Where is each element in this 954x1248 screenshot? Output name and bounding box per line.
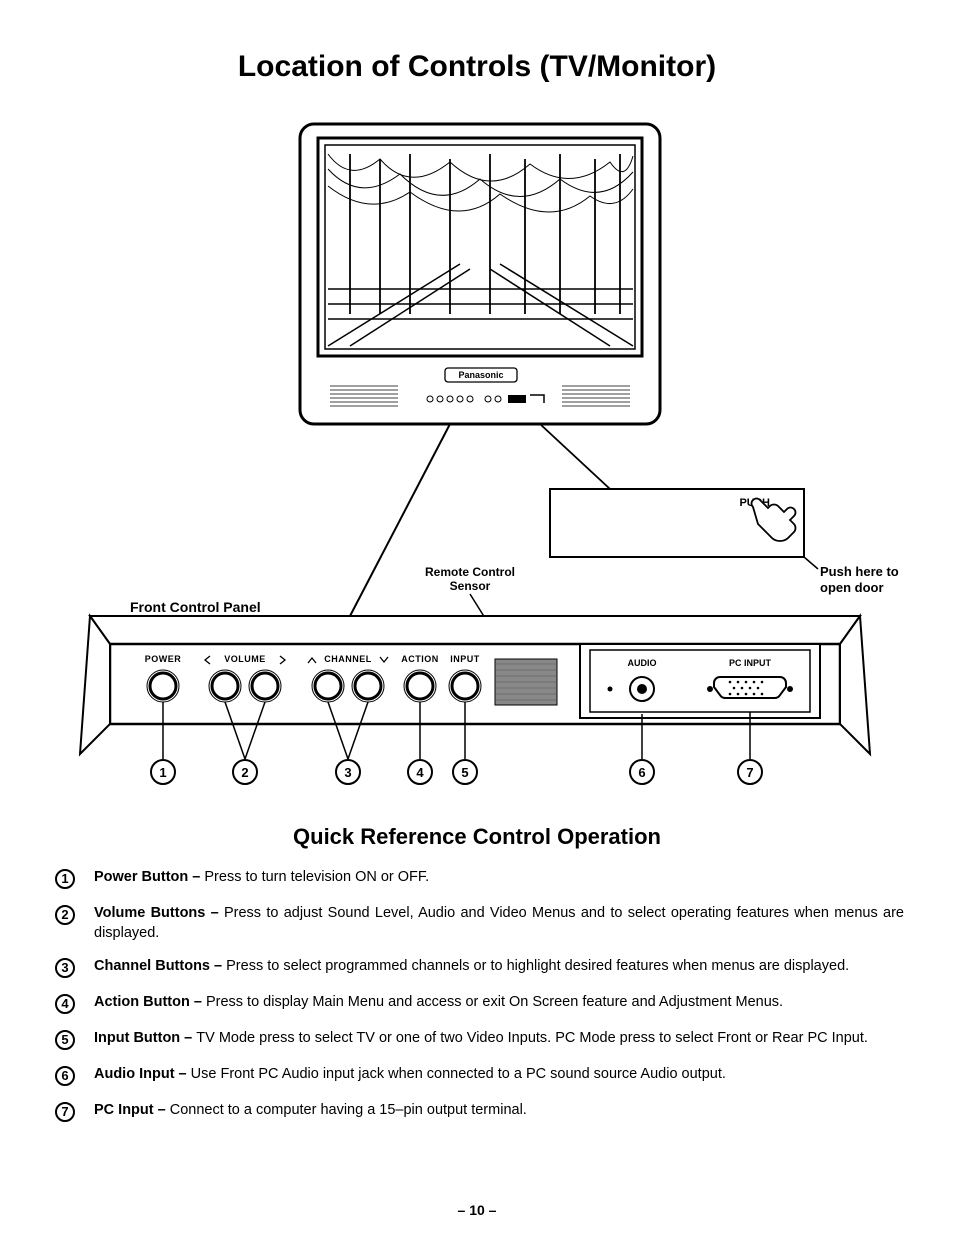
item-desc: Press to select programmed channels or t…	[226, 958, 849, 974]
remote-sensor-label-1: Remote Control	[425, 565, 515, 579]
push-note-line1: Push here to	[820, 564, 899, 579]
list-item: 7 PC Input – Connect to a computer havin…	[50, 1101, 904, 1123]
item-desc: Use Front PC Audio input jack when conne…	[191, 1066, 726, 1082]
list-item: 1 Power Button – Press to turn televisio…	[50, 868, 904, 890]
callout-1: 1	[159, 765, 166, 780]
item-number: 4	[55, 994, 75, 1014]
page-title: Location of Controls (TV/Monitor)	[50, 50, 904, 84]
item-lead: Audio Input –	[94, 1066, 191, 1082]
list-item: 2 Volume Buttons – Press to adjust Sound…	[50, 904, 904, 943]
callout-6: 6	[638, 765, 645, 780]
subheading: Quick Reference Control Operation	[50, 824, 904, 850]
list-item: 3 Channel Buttons – Press to select prog…	[50, 957, 904, 979]
item-number: 2	[55, 905, 75, 925]
item-lead: Input Button –	[94, 1030, 196, 1046]
callout-4: 4	[416, 765, 424, 780]
item-lead: Power Button –	[94, 869, 204, 885]
callout-2: 2	[241, 765, 248, 780]
item-lead: Volume Buttons –	[94, 905, 224, 921]
item-number: 7	[55, 1102, 75, 1122]
action-label: ACTION	[401, 654, 439, 664]
item-lead: Action Button –	[94, 994, 206, 1010]
item-desc: Press to display Main Menu and access or…	[206, 994, 783, 1010]
channel-label: CHANNEL	[324, 654, 372, 664]
list-item: 4 Action Button – Press to display Main …	[50, 993, 904, 1015]
callout-5: 5	[461, 765, 468, 780]
list-item: 5 Input Button – TV Mode press to select…	[50, 1029, 904, 1051]
power-label: POWER	[145, 654, 182, 664]
item-number: 5	[55, 1030, 75, 1050]
callout-7: 7	[746, 765, 753, 780]
item-number: 3	[55, 958, 75, 978]
item-number: 1	[55, 869, 75, 889]
item-desc: TV Mode press to select TV or one of two…	[196, 1030, 868, 1046]
volume-label: VOLUME	[224, 654, 266, 664]
brand-label: Panasonic	[458, 370, 503, 380]
manual-page: Location of Controls (TV/Monitor)	[0, 0, 954, 1248]
pcinput-jack-label: PC INPUT	[729, 658, 772, 668]
front-panel-label: Front Control Panel	[130, 599, 261, 615]
controls-diagram: Panasonic	[50, 114, 904, 794]
callout-3: 3	[344, 765, 351, 780]
input-label: INPUT	[450, 654, 480, 664]
page-number: – 10 –	[0, 1202, 954, 1218]
item-lead: Channel Buttons –	[94, 958, 226, 974]
item-number: 6	[55, 1066, 75, 1086]
item-desc: Connect to a computer having a 15–pin ou…	[170, 1102, 527, 1118]
item-lead: PC Input –	[94, 1102, 170, 1118]
remote-sensor-label-2: Sensor	[450, 579, 491, 593]
audio-jack-label: AUDIO	[628, 658, 657, 668]
item-desc: Press to turn television ON or OFF.	[204, 869, 429, 885]
push-note-line2: open door	[820, 580, 884, 595]
reference-list: 1 Power Button – Press to turn televisio…	[50, 868, 904, 1123]
list-item: 6 Audio Input – Use Front PC Audio input…	[50, 1065, 904, 1087]
